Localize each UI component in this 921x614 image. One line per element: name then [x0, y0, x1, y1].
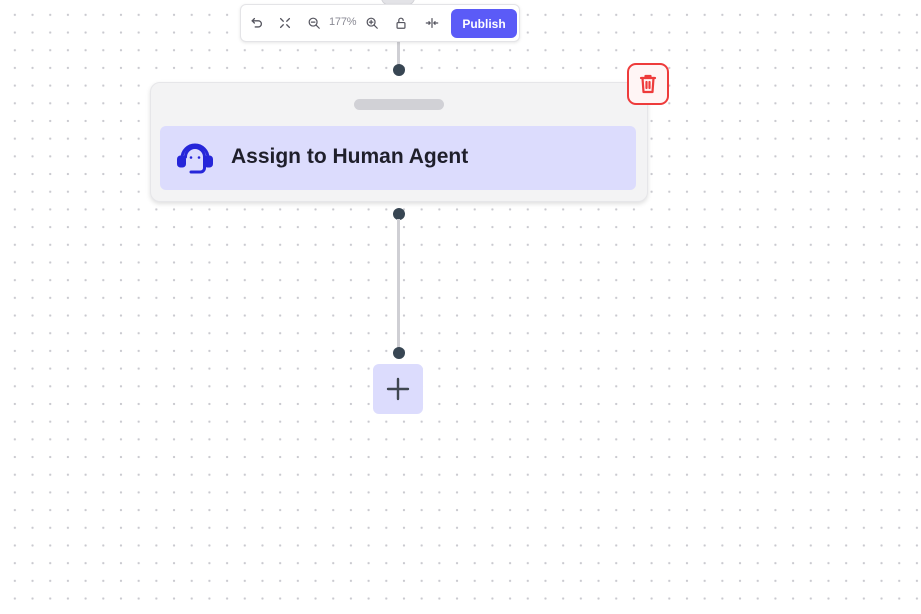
- node-input-handle[interactable]: [393, 64, 405, 76]
- flow-node-card[interactable]: Assign to Human Agent: [150, 82, 648, 202]
- zoom-level: 177%: [329, 16, 357, 28]
- outgoing-edge: [397, 219, 400, 349]
- undo-icon[interactable]: [247, 13, 267, 33]
- unlock-icon[interactable]: [391, 13, 411, 33]
- node-drag-handle[interactable]: [354, 99, 444, 110]
- fit-view-icon[interactable]: [275, 13, 295, 33]
- canvas-toolbar: 177% Publish: [240, 4, 520, 42]
- node-title: Assign to Human Agent: [231, 145, 469, 168]
- delete-node-button[interactable]: [627, 63, 669, 105]
- headset-agent-icon: [177, 143, 213, 174]
- center-align-icon[interactable]: [422, 13, 442, 33]
- add-node-button[interactable]: [373, 364, 423, 414]
- plus-icon: [386, 377, 410, 401]
- publish-button[interactable]: Publish: [451, 9, 517, 38]
- add-node-input-handle: [393, 347, 405, 359]
- node-content[interactable]: Assign to Human Agent: [160, 126, 636, 190]
- zoom-in-icon[interactable]: [362, 13, 382, 33]
- trash-icon: [639, 74, 657, 94]
- zoom-out-icon[interactable]: [304, 13, 324, 33]
